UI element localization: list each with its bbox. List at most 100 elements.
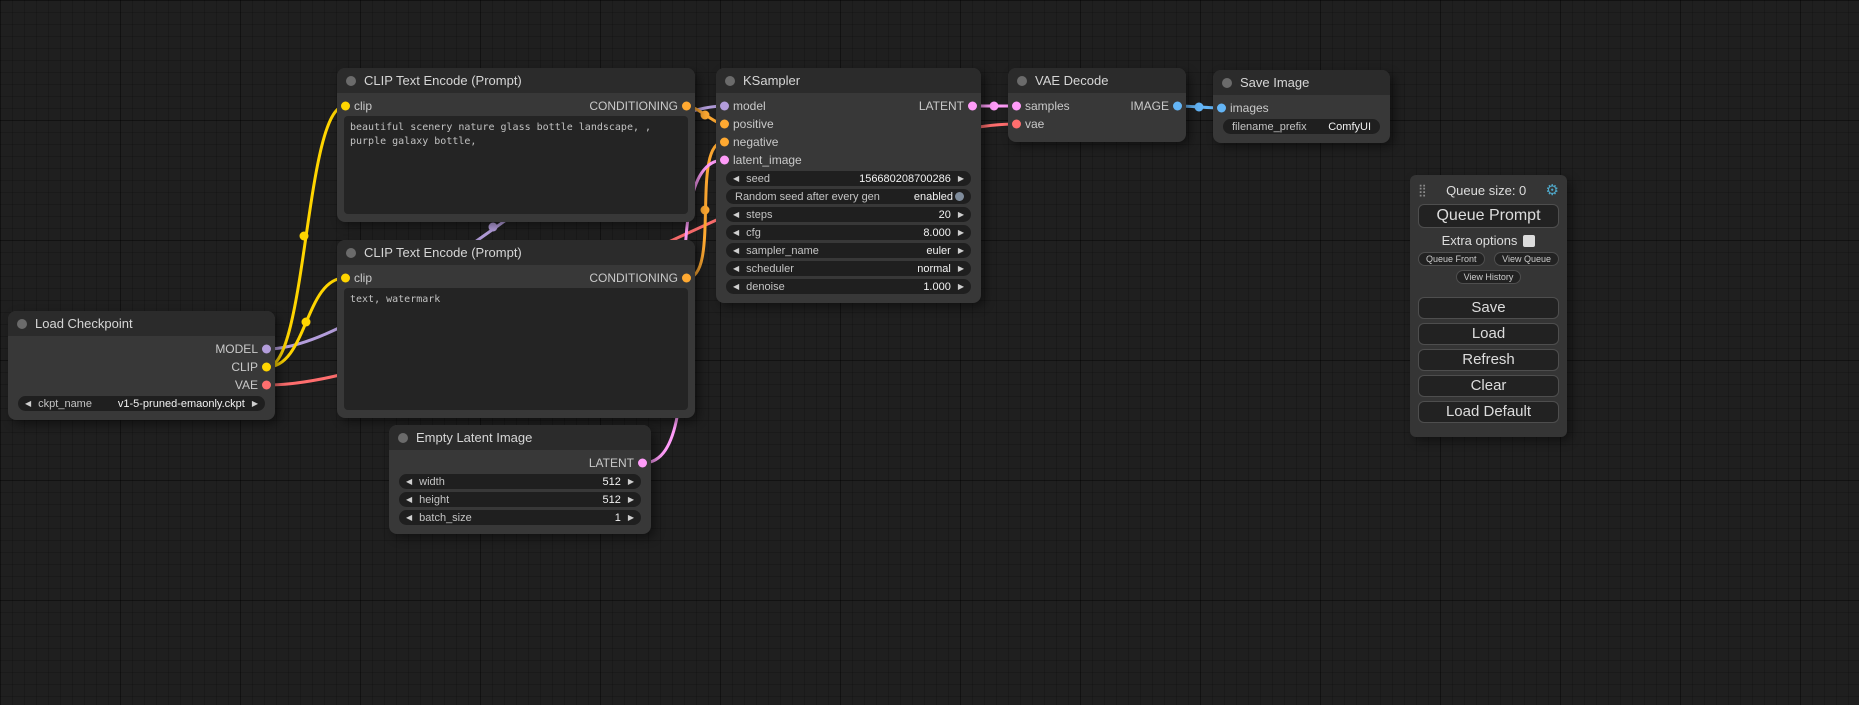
drag-handle-icon[interactable]: ⣿ bbox=[1418, 183, 1427, 197]
view-history-button[interactable]: View History bbox=[1456, 270, 1522, 284]
prev-arrow-icon[interactable]: ◀ bbox=[25, 400, 31, 408]
next-arrow-icon[interactable]: ▶ bbox=[628, 514, 634, 522]
batch-size-widget[interactable]: ◀ batch_size 1 ▶ bbox=[399, 510, 641, 525]
next-arrow-icon[interactable]: ▶ bbox=[958, 229, 964, 237]
toggle-dot-icon[interactable] bbox=[955, 192, 964, 201]
positive-input-slot[interactable] bbox=[720, 120, 729, 129]
view-queue-button[interactable]: View Queue bbox=[1494, 252, 1559, 266]
height-widget[interactable]: ◀ height 512 ▶ bbox=[399, 492, 641, 507]
samples-input-slot[interactable] bbox=[1012, 102, 1021, 111]
node-title-bar[interactable]: Empty Latent Image bbox=[389, 425, 651, 450]
collapse-dot-icon[interactable] bbox=[346, 76, 356, 86]
node-title-bar[interactable]: VAE Decode bbox=[1008, 68, 1186, 93]
save-button[interactable]: Save bbox=[1418, 297, 1559, 319]
extra-options-row: Extra options bbox=[1418, 233, 1559, 248]
model-output-slot[interactable] bbox=[262, 345, 271, 354]
load-button[interactable]: Load bbox=[1418, 323, 1559, 345]
positive-input-label: positive bbox=[733, 117, 774, 131]
collapse-dot-icon[interactable] bbox=[1222, 78, 1232, 88]
collapse-dot-icon[interactable] bbox=[725, 76, 735, 86]
next-arrow-icon[interactable]: ▶ bbox=[958, 247, 964, 255]
vae-input-slot[interactable] bbox=[1012, 120, 1021, 129]
prev-arrow-icon[interactable]: ◀ bbox=[406, 478, 412, 486]
prev-arrow-icon[interactable]: ◀ bbox=[733, 283, 739, 291]
next-arrow-icon[interactable]: ▶ bbox=[958, 211, 964, 219]
cfg-widget[interactable]: ◀ cfg 8.000 ▶ bbox=[726, 225, 971, 240]
prev-arrow-icon[interactable]: ◀ bbox=[733, 175, 739, 183]
prev-arrow-icon[interactable]: ◀ bbox=[733, 229, 739, 237]
node-load-checkpoint[interactable]: Load Checkpoint MODEL CLIP VAE ◀ ckpt_na… bbox=[8, 311, 275, 420]
model-input-slot[interactable] bbox=[720, 102, 729, 111]
clip-input-slot[interactable] bbox=[341, 274, 350, 283]
extra-options-checkbox[interactable] bbox=[1523, 235, 1535, 247]
next-arrow-icon[interactable]: ▶ bbox=[958, 283, 964, 291]
latent-output-slot[interactable] bbox=[968, 102, 977, 111]
latent-output-slot[interactable] bbox=[638, 459, 647, 468]
prev-arrow-icon[interactable]: ◀ bbox=[733, 211, 739, 219]
node-title-bar[interactable]: Save Image bbox=[1213, 70, 1390, 95]
sampler-name-widget[interactable]: ◀ sampler_name euler ▶ bbox=[726, 243, 971, 258]
next-arrow-icon[interactable]: ▶ bbox=[628, 496, 634, 504]
clip-output-slot[interactable] bbox=[262, 363, 271, 372]
vae-output-slot[interactable] bbox=[262, 381, 271, 390]
refresh-button[interactable]: Refresh bbox=[1418, 349, 1559, 371]
next-arrow-icon[interactable]: ▶ bbox=[958, 175, 964, 183]
steps-widget[interactable]: ◀ steps 20 ▶ bbox=[726, 207, 971, 222]
latent-image-input-slot[interactable] bbox=[720, 156, 729, 165]
ckpt-name-widget[interactable]: ◀ ckpt_name v1-5-pruned-emaonly.ckpt ▶ bbox=[18, 396, 265, 411]
images-input-slot[interactable] bbox=[1217, 104, 1226, 113]
positive-prompt-textarea[interactable]: beautiful scenery nature glass bottle la… bbox=[344, 116, 688, 214]
node-ksampler[interactable]: KSampler model LATENT positive negative … bbox=[716, 68, 981, 303]
collapse-dot-icon[interactable] bbox=[1017, 76, 1027, 86]
widget-label: steps bbox=[746, 209, 772, 221]
load-default-button[interactable]: Load Default bbox=[1418, 401, 1559, 423]
node-title: KSampler bbox=[743, 73, 800, 88]
widget-label: Random seed after every gen bbox=[735, 191, 880, 203]
next-arrow-icon[interactable]: ▶ bbox=[628, 478, 634, 486]
node-clip-text-encode-positive[interactable]: CLIP Text Encode (Prompt) clip CONDITION… bbox=[337, 68, 695, 222]
node-title-bar[interactable]: CLIP Text Encode (Prompt) bbox=[337, 68, 695, 93]
random-seed-toggle-widget[interactable]: Random seed after every gen enabled bbox=[726, 189, 971, 204]
node-title-bar[interactable]: KSampler bbox=[716, 68, 981, 93]
node-graph-canvas[interactable]: Load Checkpoint MODEL CLIP VAE ◀ ckpt_na… bbox=[0, 0, 1859, 705]
seed-widget[interactable]: ◀ seed 156680208700286 ▶ bbox=[726, 171, 971, 186]
widget-value: 512 bbox=[602, 494, 620, 506]
widget-value: normal bbox=[917, 263, 951, 275]
collapse-dot-icon[interactable] bbox=[346, 248, 356, 258]
prev-arrow-icon[interactable]: ◀ bbox=[733, 265, 739, 273]
denoise-widget[interactable]: ◀ denoise 1.000 ▶ bbox=[726, 279, 971, 294]
node-save-image[interactable]: Save Image images filename_prefix ComfyU… bbox=[1213, 70, 1390, 143]
node-empty-latent-image[interactable]: Empty Latent Image LATENT ◀ width 512 ▶ … bbox=[389, 425, 651, 534]
node-clip-text-encode-negative[interactable]: CLIP Text Encode (Prompt) clip CONDITION… bbox=[337, 240, 695, 418]
node-vae-decode[interactable]: VAE Decode samples IMAGE vae bbox=[1008, 68, 1186, 142]
settings-gear-icon[interactable]: ⚙ bbox=[1546, 181, 1559, 199]
next-arrow-icon[interactable]: ▶ bbox=[252, 400, 258, 408]
collapse-dot-icon[interactable] bbox=[17, 319, 27, 329]
node-title: Empty Latent Image bbox=[416, 430, 532, 445]
clip-input-slot[interactable] bbox=[341, 102, 350, 111]
negative-prompt-textarea[interactable]: text, watermark bbox=[344, 288, 688, 410]
image-output-label: IMAGE bbox=[1130, 99, 1169, 113]
queue-prompt-button[interactable]: Queue Prompt bbox=[1418, 204, 1559, 228]
negative-input-slot[interactable] bbox=[720, 138, 729, 147]
output-slot-row: VAE bbox=[8, 376, 275, 394]
node-title-bar[interactable]: CLIP Text Encode (Prompt) bbox=[337, 240, 695, 265]
prev-arrow-icon[interactable]: ◀ bbox=[733, 247, 739, 255]
prev-arrow-icon[interactable]: ◀ bbox=[406, 496, 412, 504]
image-output-slot[interactable] bbox=[1173, 102, 1182, 111]
next-arrow-icon[interactable]: ▶ bbox=[958, 265, 964, 273]
node-title-bar[interactable]: Load Checkpoint bbox=[8, 311, 275, 336]
widget-value: 8.000 bbox=[923, 227, 951, 239]
prev-arrow-icon[interactable]: ◀ bbox=[406, 514, 412, 522]
filename-prefix-widget[interactable]: filename_prefix ComfyUI bbox=[1223, 119, 1380, 134]
width-widget[interactable]: ◀ width 512 ▶ bbox=[399, 474, 641, 489]
widget-label: sampler_name bbox=[746, 245, 819, 257]
collapse-dot-icon[interactable] bbox=[398, 433, 408, 443]
conditioning-output-slot[interactable] bbox=[682, 274, 691, 283]
negative-input-label: negative bbox=[733, 135, 778, 149]
conditioning-output-slot[interactable] bbox=[682, 102, 691, 111]
wire-midpoint-dot bbox=[300, 232, 309, 241]
queue-front-button[interactable]: Queue Front bbox=[1418, 252, 1485, 266]
scheduler-widget[interactable]: ◀ scheduler normal ▶ bbox=[726, 261, 971, 276]
clear-button[interactable]: Clear bbox=[1418, 375, 1559, 397]
